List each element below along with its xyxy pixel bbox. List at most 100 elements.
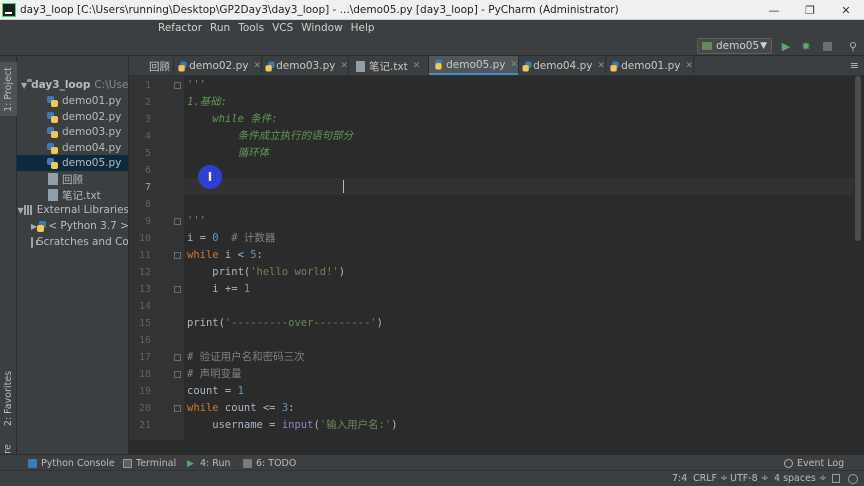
minimize-icon[interactable]: — [756, 0, 792, 20]
bug-icon[interactable]: ✸ [799, 39, 813, 53]
tab-notes-txt[interactable]: 笔记.txt ✕ [349, 56, 429, 75]
scrollbar-thumb[interactable] [855, 76, 861, 241]
tab-demo03[interactable]: demo03.py ✕ [262, 56, 349, 75]
code-line-3: while 条件: [187, 113, 278, 125]
close-icon[interactable]: ✕ [340, 61, 348, 71]
tab-demo02[interactable]: demo02.py ✕ [174, 56, 262, 75]
scratches-icon [31, 236, 38, 248]
play-icon[interactable]: ▶ [779, 39, 793, 53]
tabs-menu-icon[interactable]: ≡ [850, 59, 859, 72]
python-file-icon [47, 95, 58, 107]
close-icon[interactable]: ✕ [685, 61, 693, 71]
caret-position[interactable]: 7:4 [672, 472, 687, 486]
chevron-down-icon[interactable]: ▼ [21, 81, 27, 90]
fold-marker-icon[interactable] [174, 252, 181, 259]
line-number: 11 [138, 250, 151, 261]
code-editor[interactable]: 1 2 3 4 5 6 7 8 9 10 11 12 13 14 15 16 1… [129, 76, 864, 440]
python-console-button[interactable]: Python Console [28, 455, 115, 471]
stop-icon[interactable] [820, 39, 834, 53]
tree-python-sdk[interactable]: ▶ < Python 3.7 > [17, 218, 128, 234]
close-icon[interactable]: ✕ [413, 61, 421, 71]
line-number: 13 [138, 284, 151, 295]
menu-help[interactable]: Help [351, 22, 375, 34]
tree-scratches[interactable]: Scratches and Con [17, 234, 128, 250]
left-tool-strip: 1: Project 2: Favorites 7: Structure [0, 56, 17, 486]
code-line-11: while i < 5: [187, 249, 263, 261]
fold-marker-icon[interactable] [174, 354, 181, 361]
tree-item-demo02[interactable]: demo02.py [17, 109, 128, 125]
tree-item-huigu[interactable]: 回顾 [17, 171, 128, 187]
tab-demo01[interactable]: demo01.py ✕ [606, 56, 694, 75]
chevron-right-icon[interactable]: ▶ [31, 222, 37, 231]
line-number: 18 [138, 369, 151, 380]
close-icon[interactable]: ✕ [510, 60, 518, 70]
tree-item-demo05[interactable]: demo05.py [17, 155, 128, 171]
line-number: 16 [138, 335, 151, 346]
line-number: 12 [138, 267, 151, 278]
line-number: 5 [144, 148, 151, 159]
close-icon[interactable]: ✕ [253, 61, 261, 71]
event-log-button[interactable]: Event Log [784, 455, 844, 471]
python-file-icon [47, 111, 58, 123]
code-line-21: username = input('输入用户名:') [187, 419, 398, 431]
python-file-icon [47, 126, 58, 138]
menu-bar: Refactor Run Tools VCS Window Help [0, 20, 864, 36]
file-encoding[interactable]: UTF-8 ÷ [730, 472, 769, 486]
menu-window[interactable]: Window [301, 22, 342, 34]
line-number: 10 [138, 233, 151, 244]
line-gutter: 1 2 3 4 5 6 7 8 9 10 11 12 13 14 15 16 1… [129, 76, 184, 440]
menu-run[interactable]: Run [210, 22, 230, 34]
tab-huigu[interactable]: 回顾 [129, 56, 174, 75]
search-icon[interactable]: ⚲ [846, 39, 860, 53]
code-line-12: print('hello world!') [187, 266, 346, 278]
maximize-icon[interactable]: ❐ [792, 0, 828, 20]
terminal-button[interactable]: Terminal [123, 455, 176, 471]
text-file-icon [48, 189, 58, 201]
library-icon [24, 205, 33, 215]
todo-button[interactable]: 6: TODO [243, 455, 296, 471]
run-tool-button[interactable]: ▶ 4: Run [187, 455, 230, 471]
fold-marker-icon[interactable] [174, 286, 181, 293]
menu-vcs[interactable]: VCS [272, 22, 293, 34]
lock-icon[interactable] [832, 474, 840, 483]
line-number: 8 [144, 199, 151, 210]
line-separator[interactable]: CRLF ÷ [693, 472, 728, 486]
inspector-face-icon[interactable] [848, 474, 858, 484]
tab-demo04[interactable]: demo04.py ✕ [519, 56, 606, 75]
chevron-down-icon[interactable]: ▼ [17, 206, 24, 215]
python-file-icon [265, 61, 275, 71]
close-icon[interactable]: ✕ [828, 0, 864, 20]
window-title: day3_loop [C:\Users\running\Desktop\GP2D… [20, 3, 619, 16]
tab-demo05[interactable]: demo05.py ✕ [429, 56, 519, 75]
line-number: 2 [144, 97, 151, 108]
fold-marker-icon[interactable] [174, 371, 181, 378]
text-caret [343, 180, 344, 193]
tree-external-libraries[interactable]: ▼ External Libraries [17, 202, 129, 218]
project-tree: ▼ day3_loop C:\User demo01.py demo02.py … [17, 56, 129, 454]
tree-item-demo04[interactable]: demo04.py [17, 140, 128, 156]
tree-root-day3-loop[interactable]: ▼ day3_loop C:\User [17, 77, 128, 93]
play-icon: ▶ [187, 458, 194, 469]
menu-tools[interactable]: Tools [238, 22, 264, 34]
fold-marker-icon[interactable] [174, 218, 181, 225]
editor-scrollbar[interactable] [854, 76, 862, 440]
fold-marker-icon[interactable] [174, 405, 181, 412]
tree-item-demo03[interactable]: demo03.py [17, 124, 128, 140]
window-controls: — ❐ ✕ [756, 0, 864, 20]
tree-item-demo01[interactable]: demo01.py [17, 93, 128, 109]
run-configuration-select[interactable]: demo05 ▼ [697, 38, 772, 54]
mouse-cursor-highlight: I [198, 165, 222, 189]
fold-marker-icon[interactable] [174, 82, 181, 89]
close-icon[interactable]: ✕ [597, 61, 605, 71]
code-line-4: 条件成立执行的语句部分 [187, 130, 354, 142]
project-tool-tab[interactable]: 1: Project [0, 62, 17, 116]
tree-item-notes-txt[interactable]: 笔记.txt [17, 187, 128, 203]
menu-refactor[interactable]: Refactor [158, 22, 202, 34]
code-line-18: # 声明变量 [187, 368, 242, 380]
python-file-icon [47, 157, 58, 169]
line-number: 19 [138, 386, 151, 397]
indent-setting[interactable]: 4 spaces ÷ [774, 472, 827, 486]
python-file-icon [47, 142, 58, 154]
code-line-9: ''' [187, 215, 206, 227]
favorites-tool-tab[interactable]: 2: Favorites [0, 368, 17, 428]
